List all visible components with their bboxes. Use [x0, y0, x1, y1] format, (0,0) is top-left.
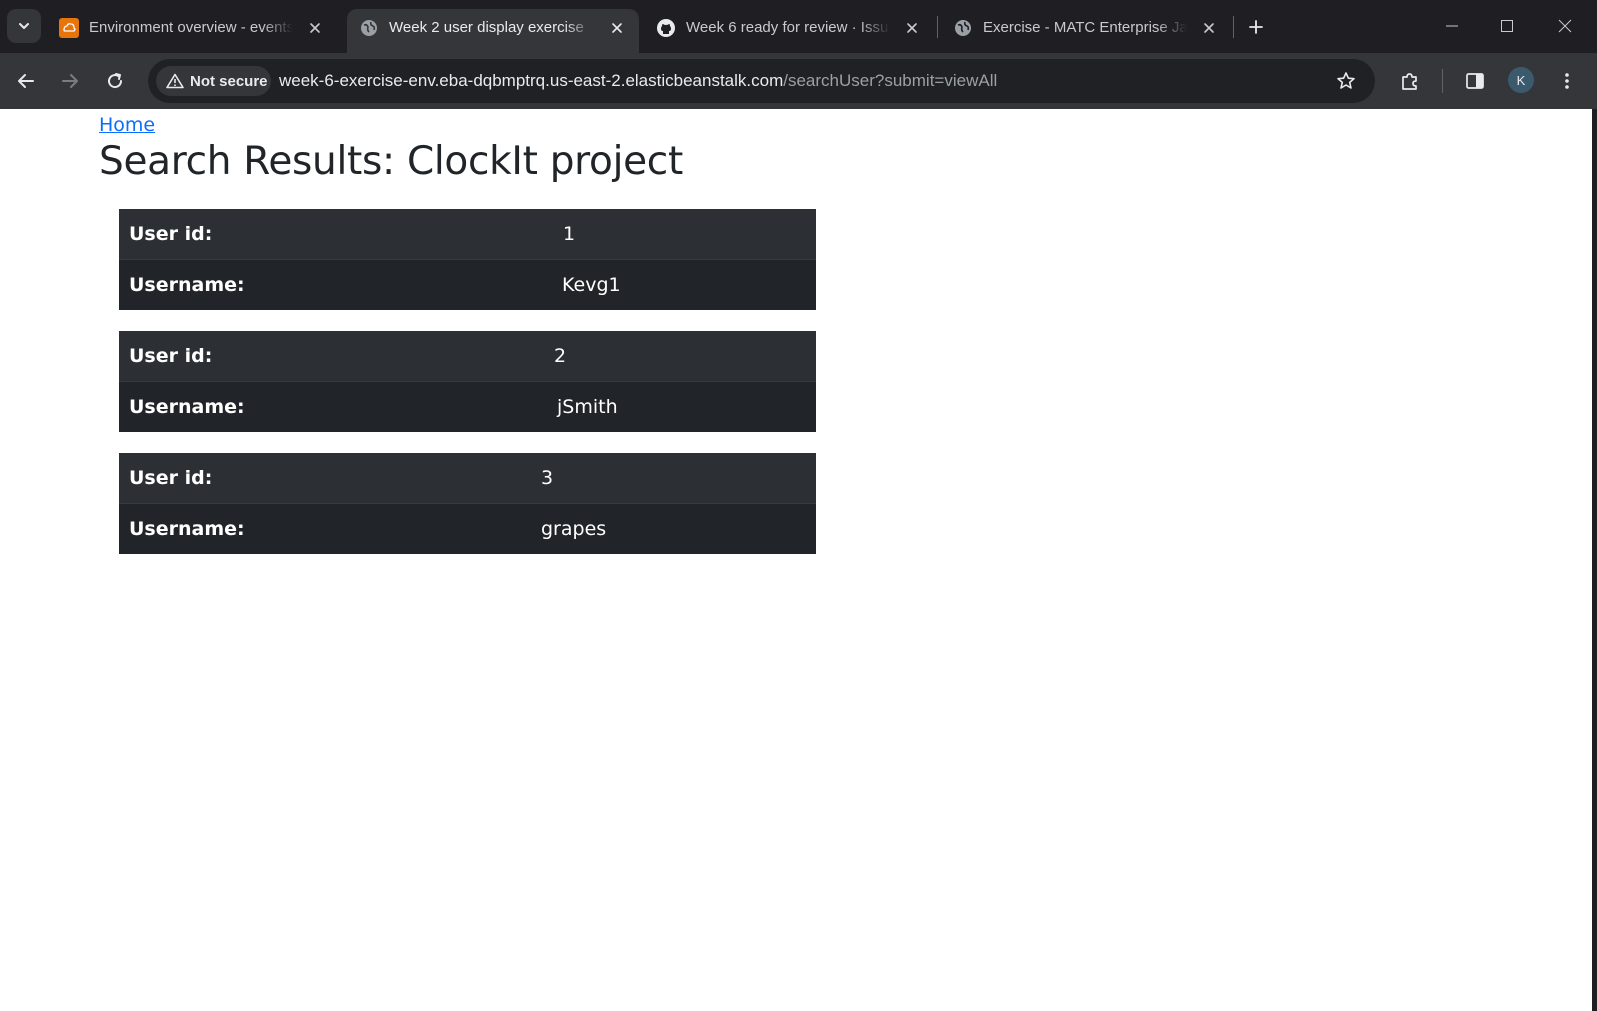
tab-week2-user-display[interactable]: Week 2 user display exercise	[347, 9, 639, 53]
tab-search-button[interactable]	[7, 9, 41, 43]
user-table: User id: 2 Username: jSmith	[119, 331, 816, 432]
close-icon[interactable]	[902, 18, 922, 38]
close-window-button[interactable]	[1542, 10, 1588, 42]
tab-exercise-matc[interactable]: Exercise - MATC Enterprise Java	[941, 9, 1231, 53]
reload-button[interactable]	[97, 63, 133, 99]
arrow-left-icon	[18, 74, 34, 88]
username-label: Username:	[119, 259, 549, 310]
minimize-button[interactable]	[1429, 10, 1475, 42]
tab-separator	[1233, 16, 1234, 38]
url-host: week-6-exercise-env.eba-dqbmptrq.us-east…	[279, 71, 784, 90]
maximize-icon	[1501, 20, 1513, 32]
tab-separator	[937, 16, 938, 38]
username-label: Username:	[119, 503, 541, 554]
profile-avatar[interactable]: K	[1508, 67, 1534, 93]
user-id-value: 3	[541, 453, 816, 504]
close-icon[interactable]	[305, 18, 325, 38]
table-row: User id: 1	[119, 209, 816, 260]
table-row: Username: jSmith	[119, 381, 816, 432]
page-title: Search Results: ClockIt project	[99, 139, 683, 184]
url-path: /searchUser?submit=viewAll	[783, 71, 998, 90]
maximize-button[interactable]	[1484, 10, 1530, 42]
page-content: Home Search Results: ClockIt project Use…	[0, 109, 1592, 1011]
table-row: User id: 3	[119, 453, 816, 504]
toolbar-divider	[1442, 69, 1443, 93]
address-bar[interactable]: Not secure week-6-exercise-env.eba-dqbmp…	[148, 59, 1375, 103]
tab-title: Environment overview - events	[89, 19, 293, 36]
globe-icon	[359, 18, 379, 38]
aws-elastic-beanstalk-icon	[59, 18, 79, 38]
url-text[interactable]: week-6-exercise-env.eba-dqbmptrq.us-east…	[279, 71, 997, 91]
user-id-value: 1	[549, 209, 816, 260]
home-link[interactable]: Home	[99, 114, 155, 136]
tab-strip: Environment overview - events Week 2 use…	[0, 0, 1597, 53]
username-value: jSmith	[549, 381, 816, 432]
arrow-right-icon	[62, 74, 78, 88]
table-row: Username: grapes	[119, 503, 816, 554]
puzzle-icon	[1402, 73, 1417, 90]
user-id-label: User id:	[119, 331, 549, 382]
username-value: grapes	[541, 503, 816, 554]
user-id-label: User id:	[119, 209, 549, 260]
user-table: User id: 3 Username: grapes	[119, 453, 816, 554]
warning-icon	[166, 73, 184, 89]
username-value: Kevg1	[549, 259, 816, 310]
reload-icon	[108, 73, 123, 89]
close-icon[interactable]	[1199, 18, 1219, 38]
menu-button[interactable]	[1549, 63, 1585, 99]
user-table: User id: 1 Username: Kevg1	[119, 209, 816, 310]
tab-title: Week 2 user display exercise	[389, 19, 584, 36]
close-icon[interactable]	[607, 18, 627, 38]
chevron-down-icon	[19, 23, 29, 29]
tab-title: Week 6 ready for review · Issue	[686, 19, 890, 36]
star-icon	[1337, 72, 1355, 89]
extensions-button[interactable]	[1392, 63, 1428, 99]
security-indicator[interactable]: Not secure	[156, 66, 271, 96]
side-panel-icon	[1466, 73, 1484, 89]
forward-button[interactable]	[52, 63, 88, 99]
minimize-icon	[1446, 25, 1458, 27]
window-edge	[1592, 109, 1597, 1011]
tab-week6-ready-for-review[interactable]: Week 6 ready for review · Issue	[644, 9, 934, 53]
username-label: Username:	[119, 381, 549, 432]
tab-environment-overview[interactable]: Environment overview - events	[47, 9, 337, 53]
security-label: Not secure	[190, 72, 268, 90]
github-icon	[656, 18, 676, 38]
table-row: Username: Kevg1	[119, 259, 816, 310]
new-tab-button[interactable]	[1242, 13, 1270, 41]
user-id-value: 2	[549, 331, 816, 382]
user-id-label: User id:	[119, 453, 541, 504]
browser-toolbar: Not secure week-6-exercise-env.eba-dqbmp…	[0, 53, 1597, 109]
more-vert-icon	[1565, 73, 1569, 89]
tab-title: Exercise - MATC Enterprise Java	[983, 19, 1187, 36]
close-icon	[1558, 19, 1572, 33]
back-button[interactable]	[8, 63, 44, 99]
plus-icon	[1249, 20, 1263, 34]
bookmark-button[interactable]	[1329, 64, 1363, 98]
side-panel-button[interactable]	[1457, 63, 1493, 99]
table-row: User id: 2	[119, 331, 816, 382]
globe-icon	[953, 18, 973, 38]
